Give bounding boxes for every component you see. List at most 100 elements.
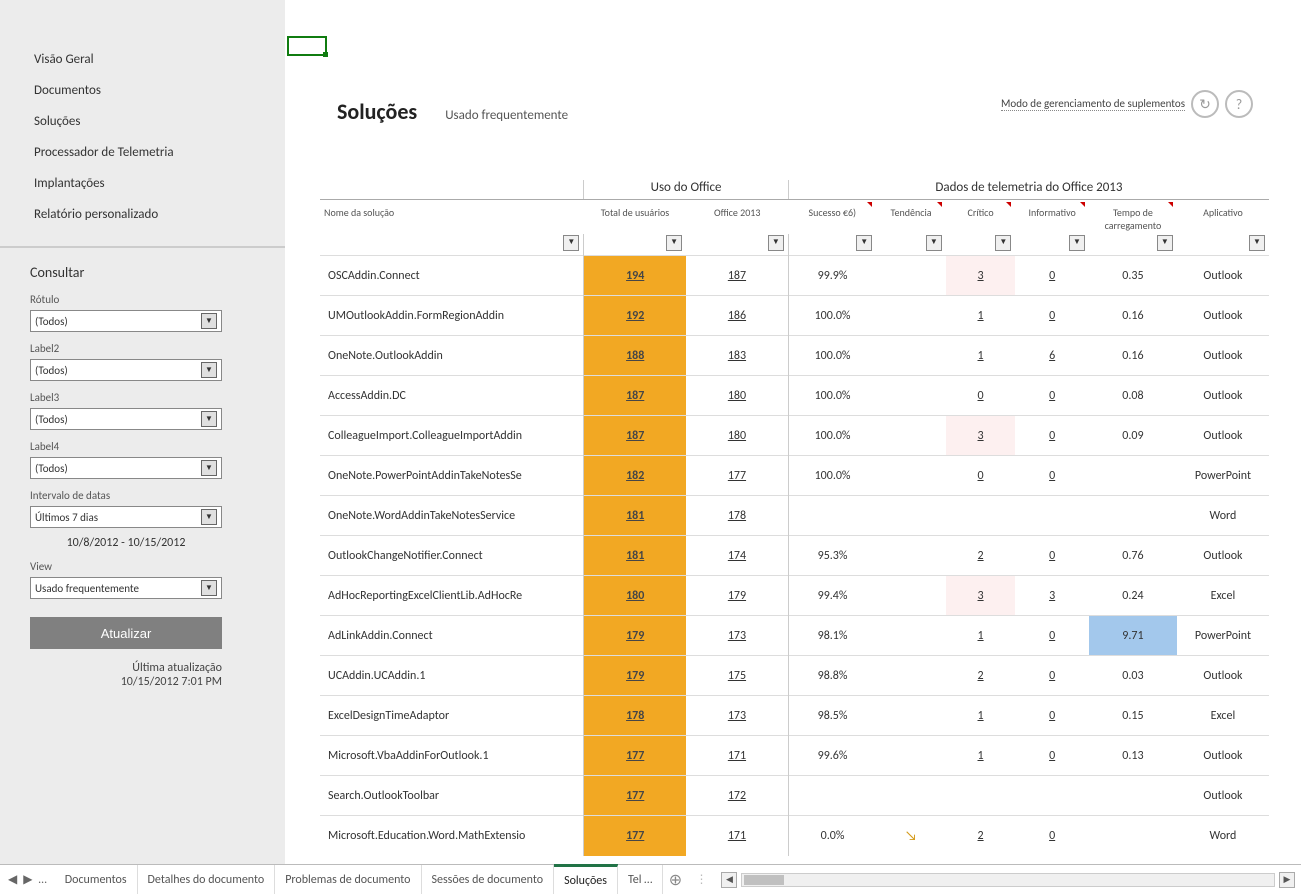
filter-label-0: Rótulo xyxy=(30,293,255,306)
cell-office2013[interactable]: 172 xyxy=(686,776,788,816)
filter-dropdown[interactable]: ▼ xyxy=(666,235,682,251)
sheet-tab-solu-es[interactable]: Soluções xyxy=(554,865,618,894)
cell-info[interactable]: 6 xyxy=(1015,336,1089,376)
filter-dropdown[interactable]: ▼ xyxy=(995,235,1011,251)
cell-total-users[interactable]: 179 xyxy=(584,656,686,696)
filter-select-1[interactable]: (Todos)▼ xyxy=(30,359,222,381)
cell-info[interactable]: 0 xyxy=(1015,696,1089,736)
cell-total-users[interactable]: 177 xyxy=(584,776,686,816)
cell-critical[interactable]: 0 xyxy=(946,376,1016,416)
cell-total-users[interactable]: 187 xyxy=(584,416,686,456)
new-sheet-button[interactable]: ⊕ xyxy=(663,870,687,890)
cell-total-users[interactable]: 178 xyxy=(584,696,686,736)
cell-critical[interactable]: 2 xyxy=(946,816,1016,856)
sheet-nav[interactable]: ◀ ▶ … xyxy=(0,872,55,887)
filter-dropdown[interactable]: ▼ xyxy=(926,235,942,251)
cell-office2013[interactable]: 177 xyxy=(686,456,788,496)
nav-item-0[interactable]: Visão Geral xyxy=(30,44,255,75)
cell-office2013[interactable]: 173 xyxy=(686,696,788,736)
cell-office2013[interactable]: 180 xyxy=(686,376,788,416)
cell-total-users[interactable]: 177 xyxy=(584,736,686,776)
nav-item-4[interactable]: Implantações xyxy=(30,168,255,199)
cell-info[interactable]: 0 xyxy=(1015,376,1089,416)
filter-dropdown[interactable]: ▼ xyxy=(768,235,784,251)
horizontal-scrollbar[interactable]: ◀ ▶ xyxy=(715,872,1301,888)
cell-office2013[interactable]: 171 xyxy=(686,816,788,856)
cell-office2013[interactable]: 179 xyxy=(686,576,788,616)
cell-total-users[interactable]: 194 xyxy=(584,256,686,296)
sheet-tab-detalhes-do-documento[interactable]: Detalhes do documento xyxy=(138,865,276,894)
cell-critical[interactable]: 1 xyxy=(946,696,1016,736)
cell-office2013[interactable]: 186 xyxy=(686,296,788,336)
cell-info[interactable]: 0 xyxy=(1015,656,1089,696)
cell-total-users[interactable]: 181 xyxy=(584,536,686,576)
view-select[interactable]: Usado frequentemente ▼ xyxy=(30,577,222,599)
cell-critical[interactable]: 1 xyxy=(946,736,1016,776)
update-button[interactable]: Atualizar xyxy=(30,617,222,649)
nav-item-3[interactable]: Processador de Telemetria xyxy=(30,137,255,168)
cell-total-users[interactable]: 182 xyxy=(584,456,686,496)
cell-critical[interactable]: 1 xyxy=(946,616,1016,656)
cell-critical[interactable]: 2 xyxy=(946,536,1016,576)
cell-critical[interactable]: 3 xyxy=(946,256,1016,296)
sheet-tab-sess-es-de-documento[interactable]: Sessões de documento xyxy=(422,865,555,894)
cell-critical[interactable]: 3 xyxy=(946,416,1016,456)
cell-critical[interactable]: 1 xyxy=(946,336,1016,376)
cell-info[interactable]: 0 xyxy=(1015,416,1089,456)
cell-info[interactable]: 0 xyxy=(1015,296,1089,336)
refresh-icon[interactable]: ↻ xyxy=(1191,90,1219,118)
sheet-nav-next-icon[interactable]: ▶ xyxy=(23,872,32,887)
nav-item-5[interactable]: Relatório personalizado xyxy=(30,199,255,230)
cell-info[interactable]: 0 xyxy=(1015,536,1089,576)
sheet-tab-tel-[interactable]: Tel … xyxy=(618,865,664,894)
table-row: AdHocReportingExcelClientLib.AdHocRe1801… xyxy=(320,576,1269,616)
cell-total-users[interactable]: 177 xyxy=(584,816,686,856)
cell-office2013[interactable]: 178 xyxy=(686,496,788,536)
cell-office2013[interactable]: 180 xyxy=(686,416,788,456)
nav-item-2[interactable]: Soluções xyxy=(30,106,255,137)
cell-office2013[interactable]: 183 xyxy=(686,336,788,376)
cell-office2013[interactable]: 173 xyxy=(686,616,788,656)
cell-office2013[interactable]: 175 xyxy=(686,656,788,696)
sheet-nav-more[interactable]: … xyxy=(38,873,46,887)
cell-total-users[interactable]: 187 xyxy=(584,376,686,416)
filter-select-3[interactable]: (Todos)▼ xyxy=(30,457,222,479)
cell-total-users[interactable]: 179 xyxy=(584,616,686,656)
cell-office2013[interactable]: 171 xyxy=(686,736,788,776)
sheet-tab-documentos[interactable]: Documentos xyxy=(55,865,138,894)
filter-dropdown[interactable]: ▼ xyxy=(856,235,872,251)
filter-dropdown[interactable]: ▼ xyxy=(563,235,579,251)
cell-total-users[interactable]: 188 xyxy=(584,336,686,376)
cell-office2013[interactable]: 187 xyxy=(686,256,788,296)
filter-dropdown[interactable]: ▼ xyxy=(1249,235,1265,251)
cell-info[interactable]: 0 xyxy=(1015,736,1089,776)
cell-office2013[interactable]: 174 xyxy=(686,536,788,576)
cell-critical[interactable]: 0 xyxy=(946,456,1016,496)
cell-total-users[interactable]: 192 xyxy=(584,296,686,336)
management-mode-link[interactable]: Modo de gerenciamento de suplementos xyxy=(1001,97,1185,111)
nav-item-1[interactable]: Documentos xyxy=(30,75,255,106)
cell-info[interactable]: 0 xyxy=(1015,616,1089,656)
filter-select-0[interactable]: (Todos)▼ xyxy=(30,310,222,332)
cell-info[interactable]: 0 xyxy=(1015,816,1089,856)
scroll-left-icon[interactable]: ◀ xyxy=(721,872,737,888)
scroll-right-icon[interactable]: ▶ xyxy=(1279,872,1295,888)
cell-total-users[interactable]: 180 xyxy=(584,576,686,616)
cell-info[interactable]: 0 xyxy=(1015,256,1089,296)
filter-dropdown[interactable]: ▼ xyxy=(1157,235,1173,251)
cell-app: Outlook xyxy=(1177,656,1269,696)
filter-select-4[interactable]: Últimos 7 dias▼ xyxy=(30,506,222,528)
sheet-tab-problemas-de-documento[interactable]: Problemas de documento xyxy=(275,865,421,894)
sheet-nav-prev-icon[interactable]: ◀ xyxy=(8,872,17,887)
cell-critical[interactable]: 1 xyxy=(946,296,1016,336)
filter-select-2[interactable]: (Todos)▼ xyxy=(30,408,222,430)
cell-total-users[interactable]: 181 xyxy=(584,496,686,536)
h-scroll-thumb[interactable] xyxy=(744,875,784,885)
cell-critical[interactable]: 3 xyxy=(946,576,1016,616)
help-icon[interactable]: ? xyxy=(1225,90,1253,118)
filter-dropdown[interactable]: ▼ xyxy=(1069,235,1085,251)
cell-critical[interactable]: 2 xyxy=(946,656,1016,696)
filter-title: Consultar xyxy=(30,264,255,281)
cell-info[interactable]: 3 xyxy=(1015,576,1089,616)
cell-info[interactable]: 0 xyxy=(1015,456,1089,496)
